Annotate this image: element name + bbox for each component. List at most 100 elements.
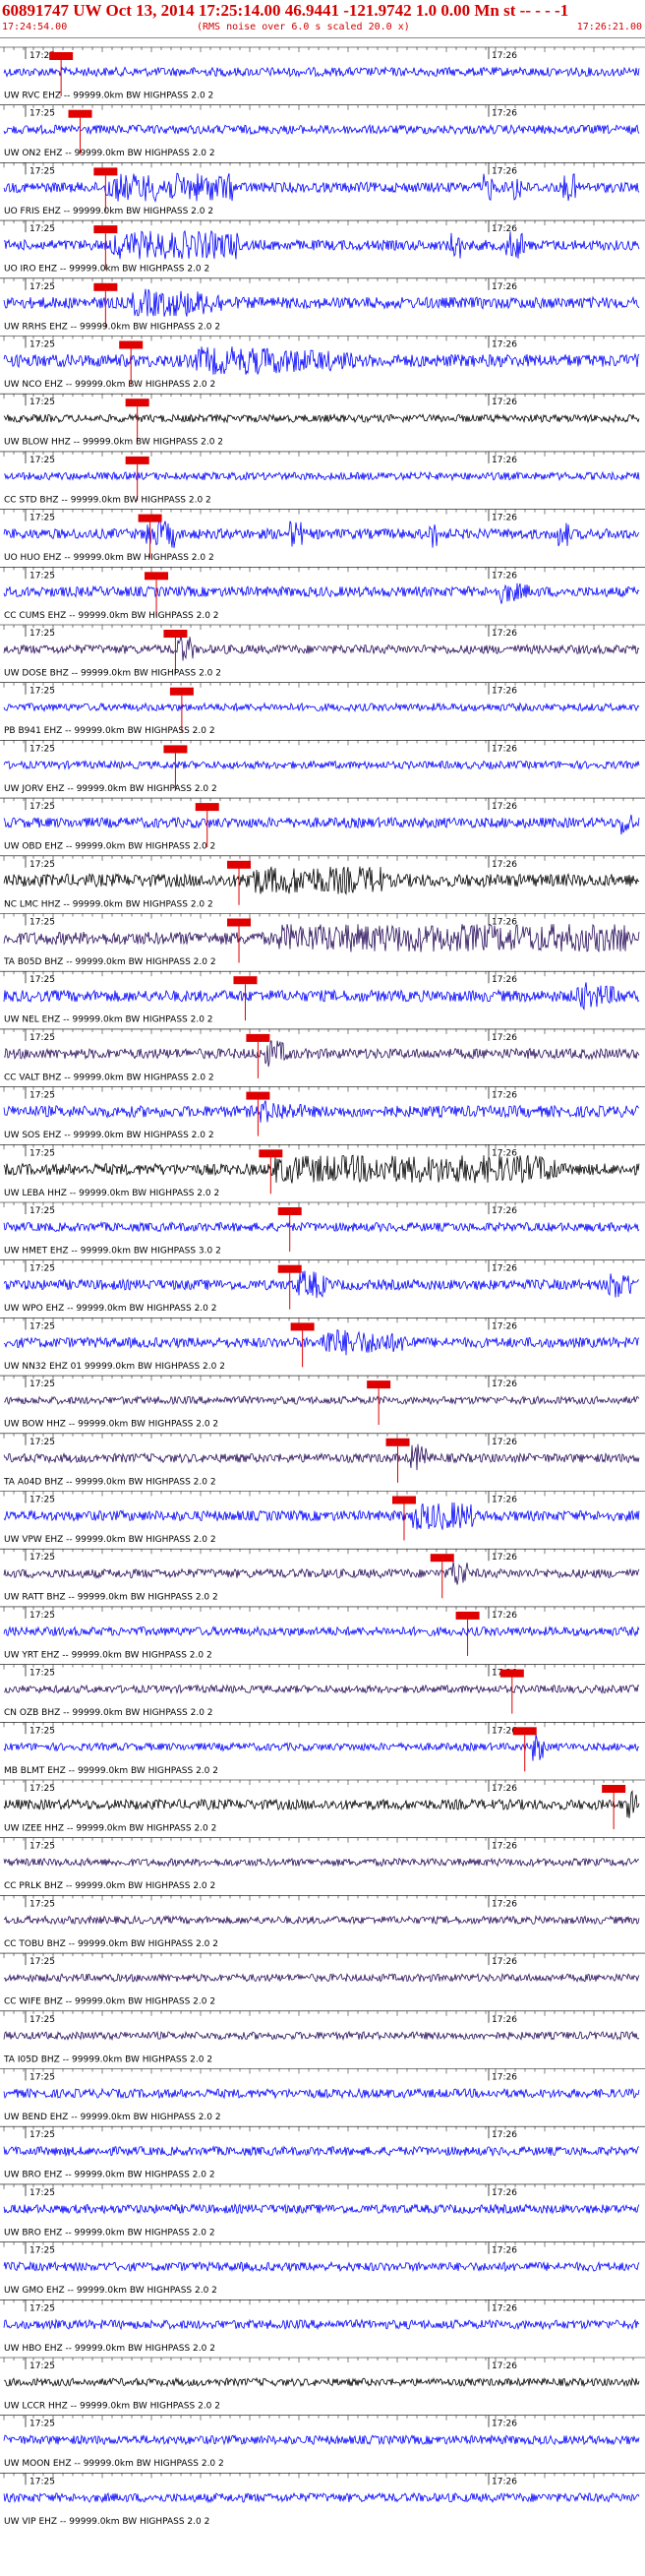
tick-label-right: 17:26: [492, 514, 517, 523]
phase-pick-marker[interactable]: [145, 572, 169, 581]
tick-label-right: 17:26: [492, 1496, 517, 1505]
trace-label: UW RRHS EHZ -- 99999.0km BW HIGHPASS 2.0…: [4, 322, 220, 332]
phase-pick-marker[interactable]: [391, 1496, 416, 1504]
tick-label-right: 17:26: [492, 166, 517, 176]
trace-row: 17:25 17:26 UW HBO EHZ -- 99999.0km BW HIG…: [0, 2300, 645, 2354]
tick-label-left: 17:25: [29, 1784, 55, 1794]
phase-pick-marker[interactable]: [233, 976, 258, 985]
trace-label: UW VPW EHZ -- 99999.0km BW HIGHPASS 2.0 …: [4, 1535, 216, 1545]
phase-pick-marker[interactable]: [125, 399, 149, 407]
trace-row: 17:25 17:26 CC PRLK BHZ -- 99999.0km BW HI…: [0, 1837, 645, 1891]
phase-pick-marker[interactable]: [169, 687, 194, 696]
trace-label: CC VALT BHZ -- 99999.0km BW HIGHPASS 2.0…: [4, 1073, 214, 1082]
trace-row: 17:25 17:26 CC STD BHZ -- 99999.0km BW HIG…: [0, 451, 645, 505]
tick-label-left: 17:25: [29, 1899, 55, 1909]
waveform-trace: [3, 760, 640, 770]
phase-pick-marker[interactable]: [385, 1438, 410, 1446]
phase-pick-marker[interactable]: [125, 456, 149, 464]
phase-pick-marker[interactable]: [277, 1264, 302, 1273]
trace-label: UO HUO EHZ -- 99999.0km BW HIGHPASS 2.0 …: [4, 553, 214, 563]
waveform-trace: [3, 519, 640, 548]
phase-pick-marker[interactable]: [138, 514, 162, 522]
phase-pick-marker[interactable]: [277, 1207, 302, 1215]
phase-pick-marker[interactable]: [602, 1785, 626, 1793]
trace-label: UW NCO EHZ -- 99999.0km BW HIGHPASS 2.0 …: [4, 380, 215, 390]
phase-pick-marker[interactable]: [246, 1091, 270, 1100]
trace-row: 17:25 17:26 UW BLOW HHZ -- 99999.0km BW HI…: [0, 393, 645, 448]
phase-pick-marker[interactable]: [246, 1033, 270, 1042]
phase-pick-marker[interactable]: [163, 745, 188, 754]
trace-row: 17:25 17:26 UW BRO EHZ -- 99999.0km BW HIG…: [0, 2125, 645, 2180]
trace-label: UW RATT BHZ -- 99999.0km BW HIGHPASS 2.0…: [4, 1593, 218, 1603]
trace-label: UW BOW HHZ -- 99999.0km BW HIGHPASS 2.0 …: [4, 1420, 218, 1430]
trace-label: UW LCCR HHZ -- 99999.0km BW HIGHPASS 2.0…: [4, 2402, 220, 2412]
tick-label-right: 17:26: [492, 2015, 517, 2025]
waveform-trace: [3, 583, 640, 604]
tick-label-right: 17:26: [492, 1957, 517, 1967]
tick-label-right: 17:26: [492, 51, 517, 61]
tick-label-left: 17:25: [29, 1957, 55, 1967]
phase-pick-marker[interactable]: [227, 860, 252, 869]
trace-row: 17:25 17:26UW RVC EHZ -- 99999.0km BW HIG…: [0, 46, 645, 101]
tick-label-right: 17:26: [492, 1033, 517, 1043]
phase-pick-marker[interactable]: [163, 630, 188, 638]
tick-label-right: 17:26: [492, 1148, 517, 1158]
tick-label-left: 17:25: [29, 1206, 55, 1216]
tick-label-right: 17:26: [492, 2303, 517, 2313]
trace-row: 17:25 17:26 UW GMO EHZ -- 99999.0km BW HIG…: [0, 2241, 645, 2296]
tick-label-left: 17:25: [29, 1842, 55, 1852]
tick-label-right: 17:26: [492, 1842, 517, 1852]
phase-pick-marker[interactable]: [259, 1149, 283, 1158]
tick-label-right: 17:26: [492, 1438, 517, 1447]
tick-label-left: 17:25: [29, 1091, 55, 1101]
waveform-trace: [3, 2376, 640, 2388]
trace-label: CC PRLK BHZ -- 99999.0km BW HIGHPASS 2.0…: [4, 1881, 215, 1891]
trace-label: UW GMO EHZ -- 99999.0km BW HIGHPASS 2.0 …: [4, 2286, 217, 2296]
waveform-trace: [3, 1270, 640, 1299]
trace-label: TA A04D BHZ -- 99999.0km BW HIGHPASS 2.0…: [3, 1477, 216, 1487]
trace-label: UW BEND EHZ -- 99999.0km BW HIGHPASS 2.0…: [4, 2113, 221, 2122]
trace-label: UO IRO EHZ -- 99999.0km BW HIGHPASS 2.0 …: [4, 265, 209, 275]
trace-row: 17:25 17:26 PB B941 EHZ -- 99999.0km BW HI…: [0, 682, 645, 736]
waveform-trace: [3, 982, 640, 1012]
trace-row: 17:25 17:26 UW LEBA HHZ -- 99999.0km BW HI…: [0, 1144, 645, 1198]
end-time: 17:26:21.00: [576, 22, 642, 32]
tick-label-right: 17:26: [492, 1899, 517, 1909]
trace-label: UW OBD EHZ -- 99999.0km BW HIGHPASS 2.0 …: [4, 842, 215, 852]
tick-label-left: 17:25: [29, 109, 55, 119]
phase-pick-marker[interactable]: [195, 803, 219, 812]
tick-label-left: 17:25: [29, 2420, 55, 2429]
trace-row: 17:25 17:26 UO IRO EHZ -- 99999.0km BW HIG…: [0, 219, 645, 275]
tick-label-right: 17:26: [492, 744, 517, 754]
phase-pick-marker[interactable]: [512, 1727, 537, 1736]
trace-row: 17:25 17:26 TA I05D BHZ -- 99999.0km BW HI…: [0, 2010, 645, 2064]
waveform-trace: [3, 123, 640, 136]
phase-pick-marker[interactable]: [367, 1380, 391, 1389]
seismogram-plot[interactable]: 17:25 17:26 UW RVC EHZ -- 99999.0km BW HIG…: [0, 37, 645, 2576]
phase-pick-marker[interactable]: [455, 1611, 480, 1620]
waveform-trace: [3, 229, 640, 260]
phase-pick-marker[interactable]: [93, 167, 118, 176]
phase-pick-marker[interactable]: [93, 225, 118, 234]
tick-label-left: 17:25: [29, 860, 55, 870]
phase-pick-marker[interactable]: [49, 52, 74, 60]
tick-label-right: 17:26: [492, 918, 517, 928]
tick-label-right: 17:26: [492, 1206, 517, 1216]
trace-label: UW NN32 EHZ 01 99999.0km BW HIGHPASS 2.0…: [4, 1362, 225, 1372]
tick-label-left: 17:25: [29, 1321, 55, 1331]
phase-pick-marker[interactable]: [227, 918, 252, 927]
trace-row: 17:25 17:26 NC LMC HHZ -- 99999.0km BW HIG…: [0, 855, 645, 909]
waveform-trace: [3, 2145, 639, 2158]
tick-label-right: 17:26: [492, 340, 517, 350]
phase-pick-marker[interactable]: [290, 1322, 315, 1331]
phase-pick-marker[interactable]: [68, 109, 92, 118]
trace-label: UW BRO EHZ -- 99999.0km BW HIGHPASS 2.0 …: [4, 2171, 215, 2180]
phase-pick-marker[interactable]: [430, 1554, 454, 1563]
event-title: 60891747 UW Oct 13, 2014 17:25:14.00 46.…: [2, 1, 569, 20]
tick-label-right: 17:26: [492, 802, 517, 812]
phase-pick-marker[interactable]: [499, 1669, 524, 1678]
phase-pick-marker[interactable]: [93, 282, 118, 291]
tick-label-left: 17:25: [29, 340, 55, 350]
tick-label-left: 17:25: [29, 514, 55, 523]
phase-pick-marker[interactable]: [119, 340, 144, 349]
